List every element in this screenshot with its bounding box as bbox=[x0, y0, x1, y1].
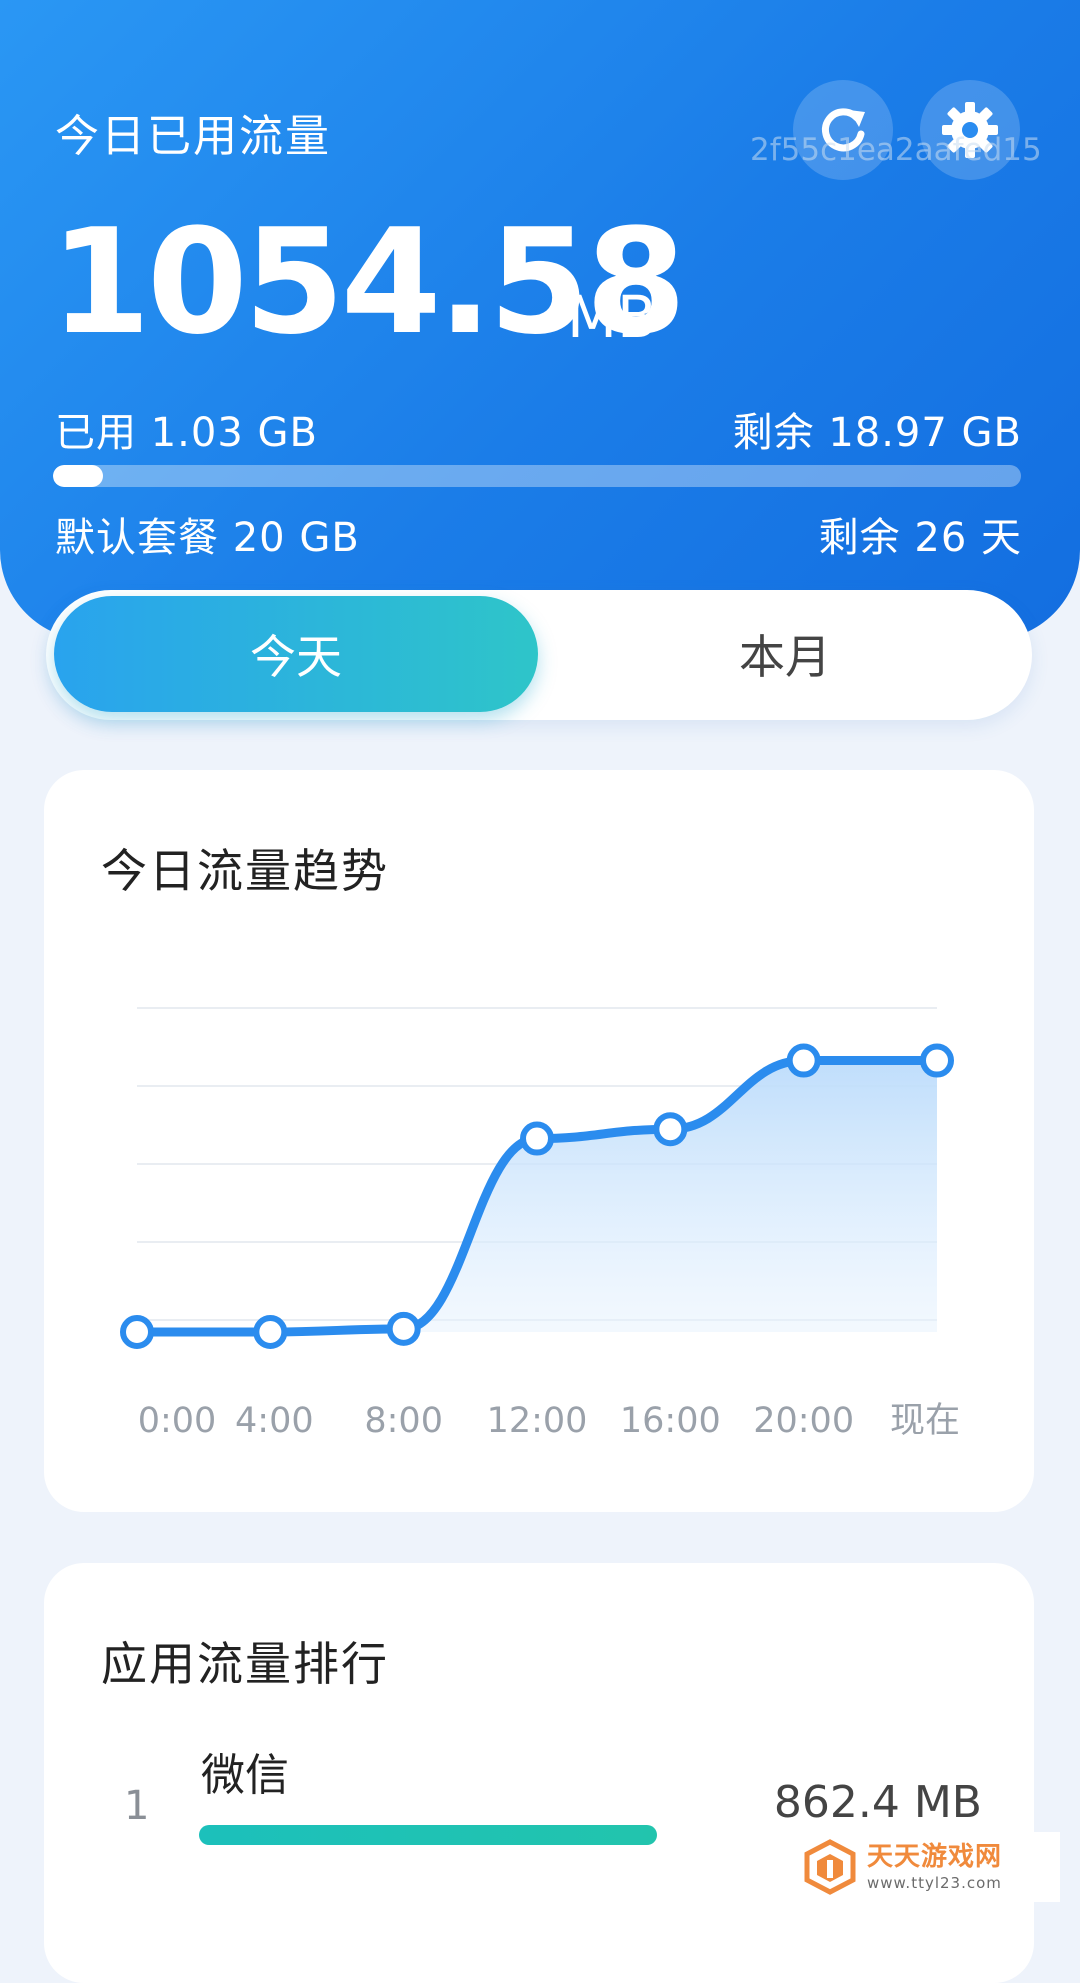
trend-card: 今日流量趋势 0:00 4:00 8:00 12:00 16:00 20:00 现在 bbox=[44, 770, 1034, 1512]
remaining-amount: 剩余 18.97 GB bbox=[732, 410, 1022, 456]
usage-header: 今日已用流量 2f55c1ea2aafed15 1054.58 MB 已用 1.… bbox=[0, 0, 1080, 640]
app-usage-bar-fill bbox=[199, 1825, 658, 1845]
x-tick-label: 20:00 bbox=[753, 1401, 854, 1441]
tab-today[interactable]: 今天 bbox=[54, 596, 538, 712]
x-tick-label: 4:00 bbox=[235, 1401, 314, 1441]
days-left-label: 剩余 26 天 bbox=[818, 515, 1022, 561]
chart-point bbox=[253, 1315, 288, 1349]
ranking-card: 应用流量排行 1 微信 862.4 MB bbox=[44, 1563, 1034, 1983]
period-toggle: 今天 本月 bbox=[46, 590, 1032, 720]
x-tick-label: 0:00 bbox=[138, 1401, 217, 1441]
device-id-text: 2f55c1ea2aafed15 bbox=[750, 132, 1042, 168]
chart-point bbox=[920, 1043, 954, 1078]
rank-index: 1 bbox=[124, 1783, 150, 1829]
trend-chart: 0:00 4:00 8:00 12:00 16:00 20:00 现在 bbox=[120, 1007, 960, 1441]
app-usage-bar bbox=[199, 1825, 759, 1845]
x-tick-label: 8:00 bbox=[364, 1401, 443, 1441]
chart-point bbox=[120, 1315, 154, 1349]
header-title: 今日已用流量 bbox=[55, 111, 331, 162]
plan-label: 默认套餐 20 GB bbox=[55, 515, 360, 561]
watermark-name: 天天游戏网 bbox=[867, 1841, 1003, 1872]
app-name: 微信 bbox=[201, 1750, 289, 1801]
chart-point bbox=[386, 1311, 421, 1346]
chart-point bbox=[786, 1043, 821, 1078]
trend-area bbox=[137, 1060, 937, 1332]
usage-progress-bar bbox=[53, 465, 1021, 487]
ranking-title: 应用流量排行 bbox=[101, 1637, 389, 1691]
today-usage-unit: MB bbox=[567, 283, 657, 351]
used-amount: 已用 1.03 GB bbox=[55, 410, 318, 456]
site-watermark: 天天游戏网 www.ttyl23.com bbox=[795, 1832, 1060, 1902]
chart-point bbox=[520, 1121, 554, 1156]
usage-progress-fill bbox=[53, 465, 104, 487]
watermark-url: www.ttyl23.com bbox=[867, 1873, 1002, 1892]
x-tick-label: 12:00 bbox=[487, 1401, 588, 1441]
x-tick-label: 现在 bbox=[890, 1401, 960, 1441]
tab-month[interactable]: 本月 bbox=[546, 596, 1024, 712]
x-tick-label: 16:00 bbox=[620, 1401, 721, 1441]
watermark-logo-icon bbox=[804, 1839, 856, 1895]
app-usage-value: 862.4 MB bbox=[773, 1777, 982, 1828]
chart-point bbox=[653, 1112, 688, 1147]
